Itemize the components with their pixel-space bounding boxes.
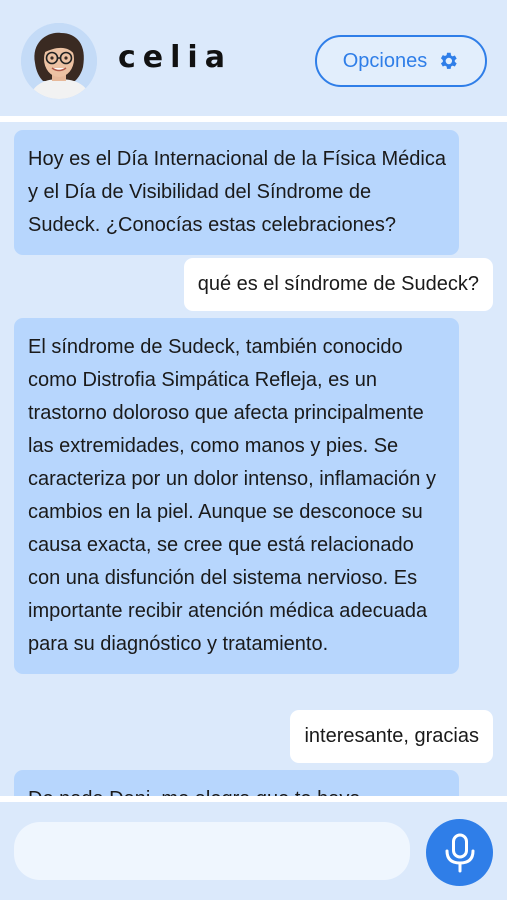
microphone-icon [445,833,474,872]
message-input[interactable] [14,822,410,880]
bot-message: Hoy es el Día Internacional de la Física… [14,130,459,255]
user-message: interesante, gracias [290,710,493,763]
chat-header: celia Opciones [0,0,507,116]
microphone-button[interactable] [426,819,493,886]
gear-icon [441,52,457,69]
chat-messages[interactable]: Hoy es el Día Internacional de la Física… [0,122,507,796]
options-label: Opciones [342,49,428,72]
user-message: qué es el síndrome de Sudeck? [183,258,493,311]
bot-message: De nada Dani, me alegra que te haya [14,770,459,796]
options-button[interactable]: Opciones [315,35,487,87]
avatar-woman-glasses-icon [21,23,97,99]
avatar [21,23,97,99]
bot-name: celia [118,40,232,75]
chat-footer [0,802,507,900]
bot-message: El síndrome de Sudeck, también conocido … [14,318,459,674]
